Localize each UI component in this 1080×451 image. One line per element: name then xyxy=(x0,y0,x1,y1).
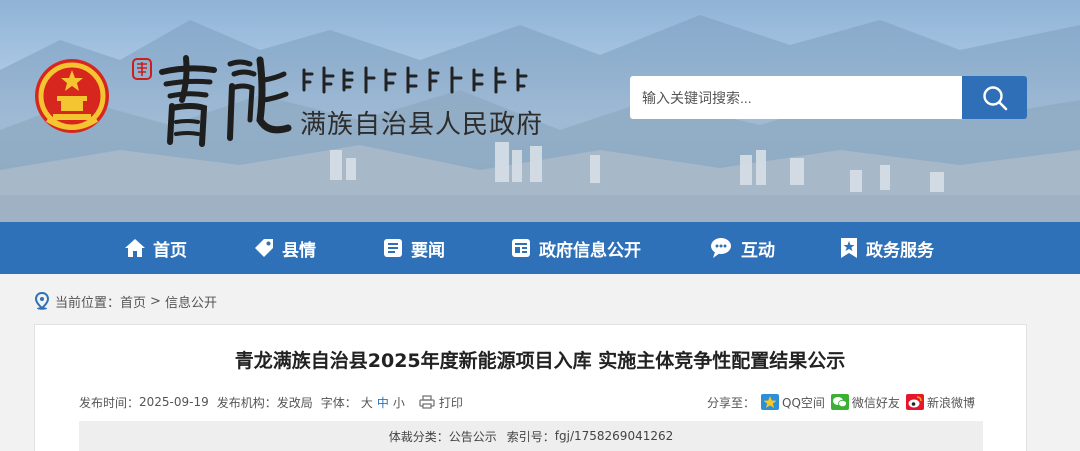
printer-icon xyxy=(419,395,435,409)
publish-date: 2025-09-19 xyxy=(139,395,209,409)
breadcrumb-separator: > xyxy=(150,293,161,309)
font-size-medium[interactable]: 中 xyxy=(377,394,389,411)
nav-item-news[interactable]: 要闻 xyxy=(382,222,445,274)
qinglong-calligraphy-logo xyxy=(159,55,292,147)
share-label-qzone: QQ空间 xyxy=(782,395,825,410)
qzone-icon xyxy=(761,394,780,410)
font-size-small[interactable]: 小 xyxy=(393,394,405,411)
government-name: 满族自治县人民政府 xyxy=(300,110,544,140)
share-label-wechat: 微信好友 xyxy=(851,395,900,410)
font-size-large[interactable]: 大 xyxy=(361,394,373,411)
article-meta: 发布时间： 2025-09-19 发布机构： 发改局 字体： 大 中 小 打印 xyxy=(79,393,463,411)
share-qzone[interactable]: QQ空间 xyxy=(761,394,825,411)
publisher-label: 发布机构： xyxy=(216,395,277,410)
search-icon xyxy=(982,85,1007,110)
breadcrumb-prefix: 当前位置： xyxy=(55,295,121,311)
tag-icon xyxy=(255,239,273,257)
weibo-icon xyxy=(905,394,924,410)
breadcrumb-link-info-open[interactable]: 信息公开 xyxy=(165,292,217,311)
nav-item-label: 政务服务 xyxy=(866,240,934,261)
nav-item-interaction[interactable]: 互动 xyxy=(710,222,775,274)
wechat-icon xyxy=(830,394,849,410)
index-label: 索引号： xyxy=(506,429,555,444)
search-button[interactable] xyxy=(962,76,1027,119)
font-size-label: 字体： xyxy=(320,395,357,410)
nav-item-county-info[interactable]: 县情 xyxy=(253,222,316,274)
nav-item-label: 要闻 xyxy=(411,240,445,261)
breadcrumb-link-home[interactable]: 首页 xyxy=(120,292,146,311)
category-label: 体裁分类： xyxy=(388,429,449,444)
print-label: 打印 xyxy=(438,395,463,410)
share-label: 分享至： xyxy=(707,395,756,410)
main-nav: 首页 县情 要闻 政府信息公开 互动 政务服务 xyxy=(0,222,1080,274)
news-icon xyxy=(384,239,402,257)
publish-date-label: 发布时间： xyxy=(79,395,140,410)
share-wechat[interactable]: 微信好友 xyxy=(830,394,900,411)
index-value: fgj/1758269041262 xyxy=(554,429,674,443)
national-emblem-icon xyxy=(35,59,109,133)
nav-item-home[interactable]: 首页 xyxy=(124,222,187,274)
location-pin-icon xyxy=(34,292,50,310)
share-weibo[interactable]: 新浪微博 xyxy=(905,394,975,411)
nav-item-label: 首页 xyxy=(153,240,187,261)
nav-item-label: 互动 xyxy=(741,240,775,261)
bookmark-star-icon xyxy=(841,238,857,258)
home-icon xyxy=(125,239,145,257)
info-open-icon xyxy=(512,239,530,257)
nav-item-gov-services[interactable]: 政务服务 xyxy=(839,222,934,274)
nav-item-gov-info-open[interactable]: 政府信息公开 xyxy=(510,222,641,274)
article-title: 青龙满族自治县2025年度新能源项目入库 实施主体竞争性配置结果公示 xyxy=(234,350,846,372)
print-button[interactable]: 打印 xyxy=(419,394,463,411)
document-info-bar: 体裁分类： 公告公示 索引号： fgj/1758269041262 xyxy=(79,421,983,451)
manchu-script-text xyxy=(302,66,528,94)
chat-icon xyxy=(711,238,731,258)
share-label-weibo: 新浪微博 xyxy=(926,395,975,410)
nav-item-label: 县情 xyxy=(282,240,316,261)
breadcrumb: 当前位置： 首页 > 信息公开 xyxy=(34,290,217,312)
category-value: 公告公示 xyxy=(448,429,497,444)
publisher: 发改局 xyxy=(276,395,313,410)
share-bar: 分享至： QQ空间 微信好友 新浪微博 xyxy=(707,393,975,411)
search-input[interactable] xyxy=(630,76,962,119)
nav-item-label: 政府信息公开 xyxy=(539,240,641,261)
